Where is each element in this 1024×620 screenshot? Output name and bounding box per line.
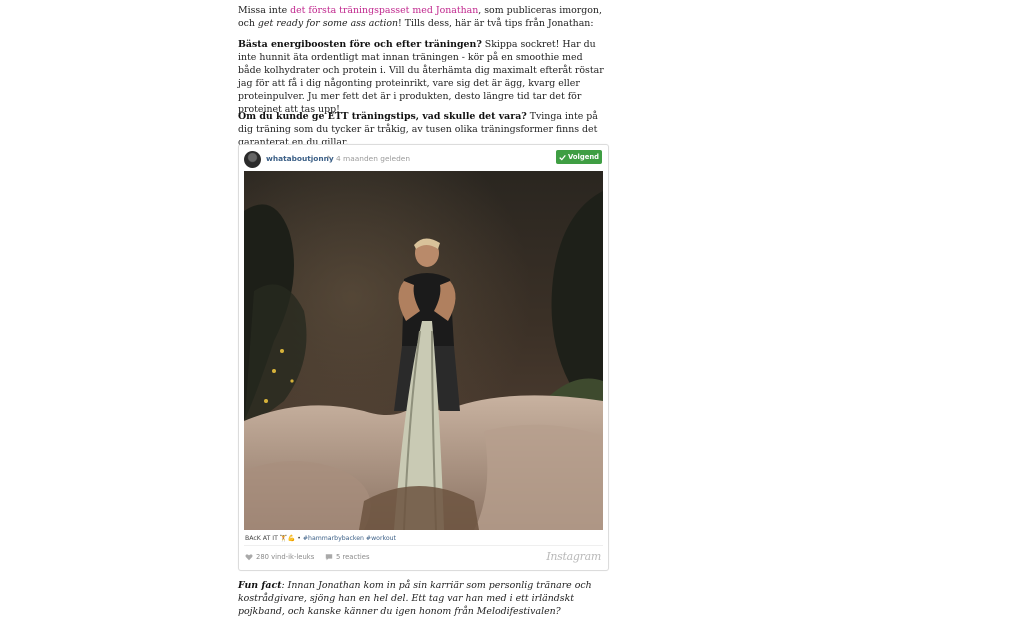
- comments-count[interactable]: 5 reacties: [325, 553, 370, 561]
- tip-one-question: Om du kunde ge ETT träningstips, vad sku…: [238, 111, 527, 122]
- footer-divider: [244, 545, 603, 546]
- likes-count[interactable]: 280 vind-ik-leuks: [245, 553, 314, 561]
- separator-dot: •: [326, 153, 331, 162]
- tip-energy-paragraph: Bästa energiboosten före och efter träni…: [238, 38, 608, 116]
- intro-paragraph: Missa inte det första träningspasset med…: [238, 4, 608, 30]
- heart-icon: [245, 554, 253, 561]
- instagram-username[interactable]: whataboutjonny: [266, 154, 334, 163]
- fun-fact-paragraph: Fun fact: Innan Jonathan kom in på sin k…: [238, 579, 608, 618]
- post-caption: BAcK AT IT 🏋️💪 • #hammarbybacken #workou…: [245, 534, 396, 542]
- avatar[interactable]: [244, 151, 261, 168]
- comment-bubble-icon: [325, 554, 333, 561]
- instagram-embed: whataboutjonny • 4 maanden geleden Volge…: [238, 144, 609, 571]
- post-age[interactable]: 4 maanden geleden: [336, 154, 410, 163]
- caption-hashtags[interactable]: #hammarbybacken #workout: [303, 535, 396, 542]
- check-icon: [559, 154, 566, 161]
- intro-text: Missa inte: [238, 5, 291, 16]
- first-workout-link[interactable]: det första träningspasset med Jonathan: [290, 5, 478, 16]
- tip-energy-question: Bästa energiboosten före och efter träni…: [238, 39, 482, 50]
- follow-label: Volgend: [567, 153, 600, 161]
- instagram-header: whataboutjonny • 4 maanden geleden Volge…: [244, 150, 602, 170]
- comments-label: 5 reacties: [336, 553, 370, 561]
- caption-text: BAcK AT IT 🏋️💪 •: [245, 535, 303, 542]
- follow-button[interactable]: Volgend: [556, 150, 602, 164]
- fun-fact-text: : Innan Jonathan kom in på sin karriär s…: [238, 580, 592, 617]
- instagram-logo[interactable]: Instagram: [546, 550, 601, 563]
- workout-photo-illustration: [244, 171, 603, 530]
- intro-italic: get ready for some ass action: [257, 18, 399, 29]
- instagram-footer: 280 vind-ik-leuks 5 reacties Instagram: [245, 550, 601, 565]
- tip-energy-answer: Skippa sockret! Har du inte hunnit äta o…: [238, 39, 604, 115]
- post-photo[interactable]: [244, 171, 603, 530]
- fun-fact-label: Fun fact: [238, 580, 282, 591]
- intro-text-end: ! Tills dess, här är två tips från Jonat…: [398, 18, 594, 29]
- likes-label: 280 vind-ik-leuks: [256, 553, 315, 561]
